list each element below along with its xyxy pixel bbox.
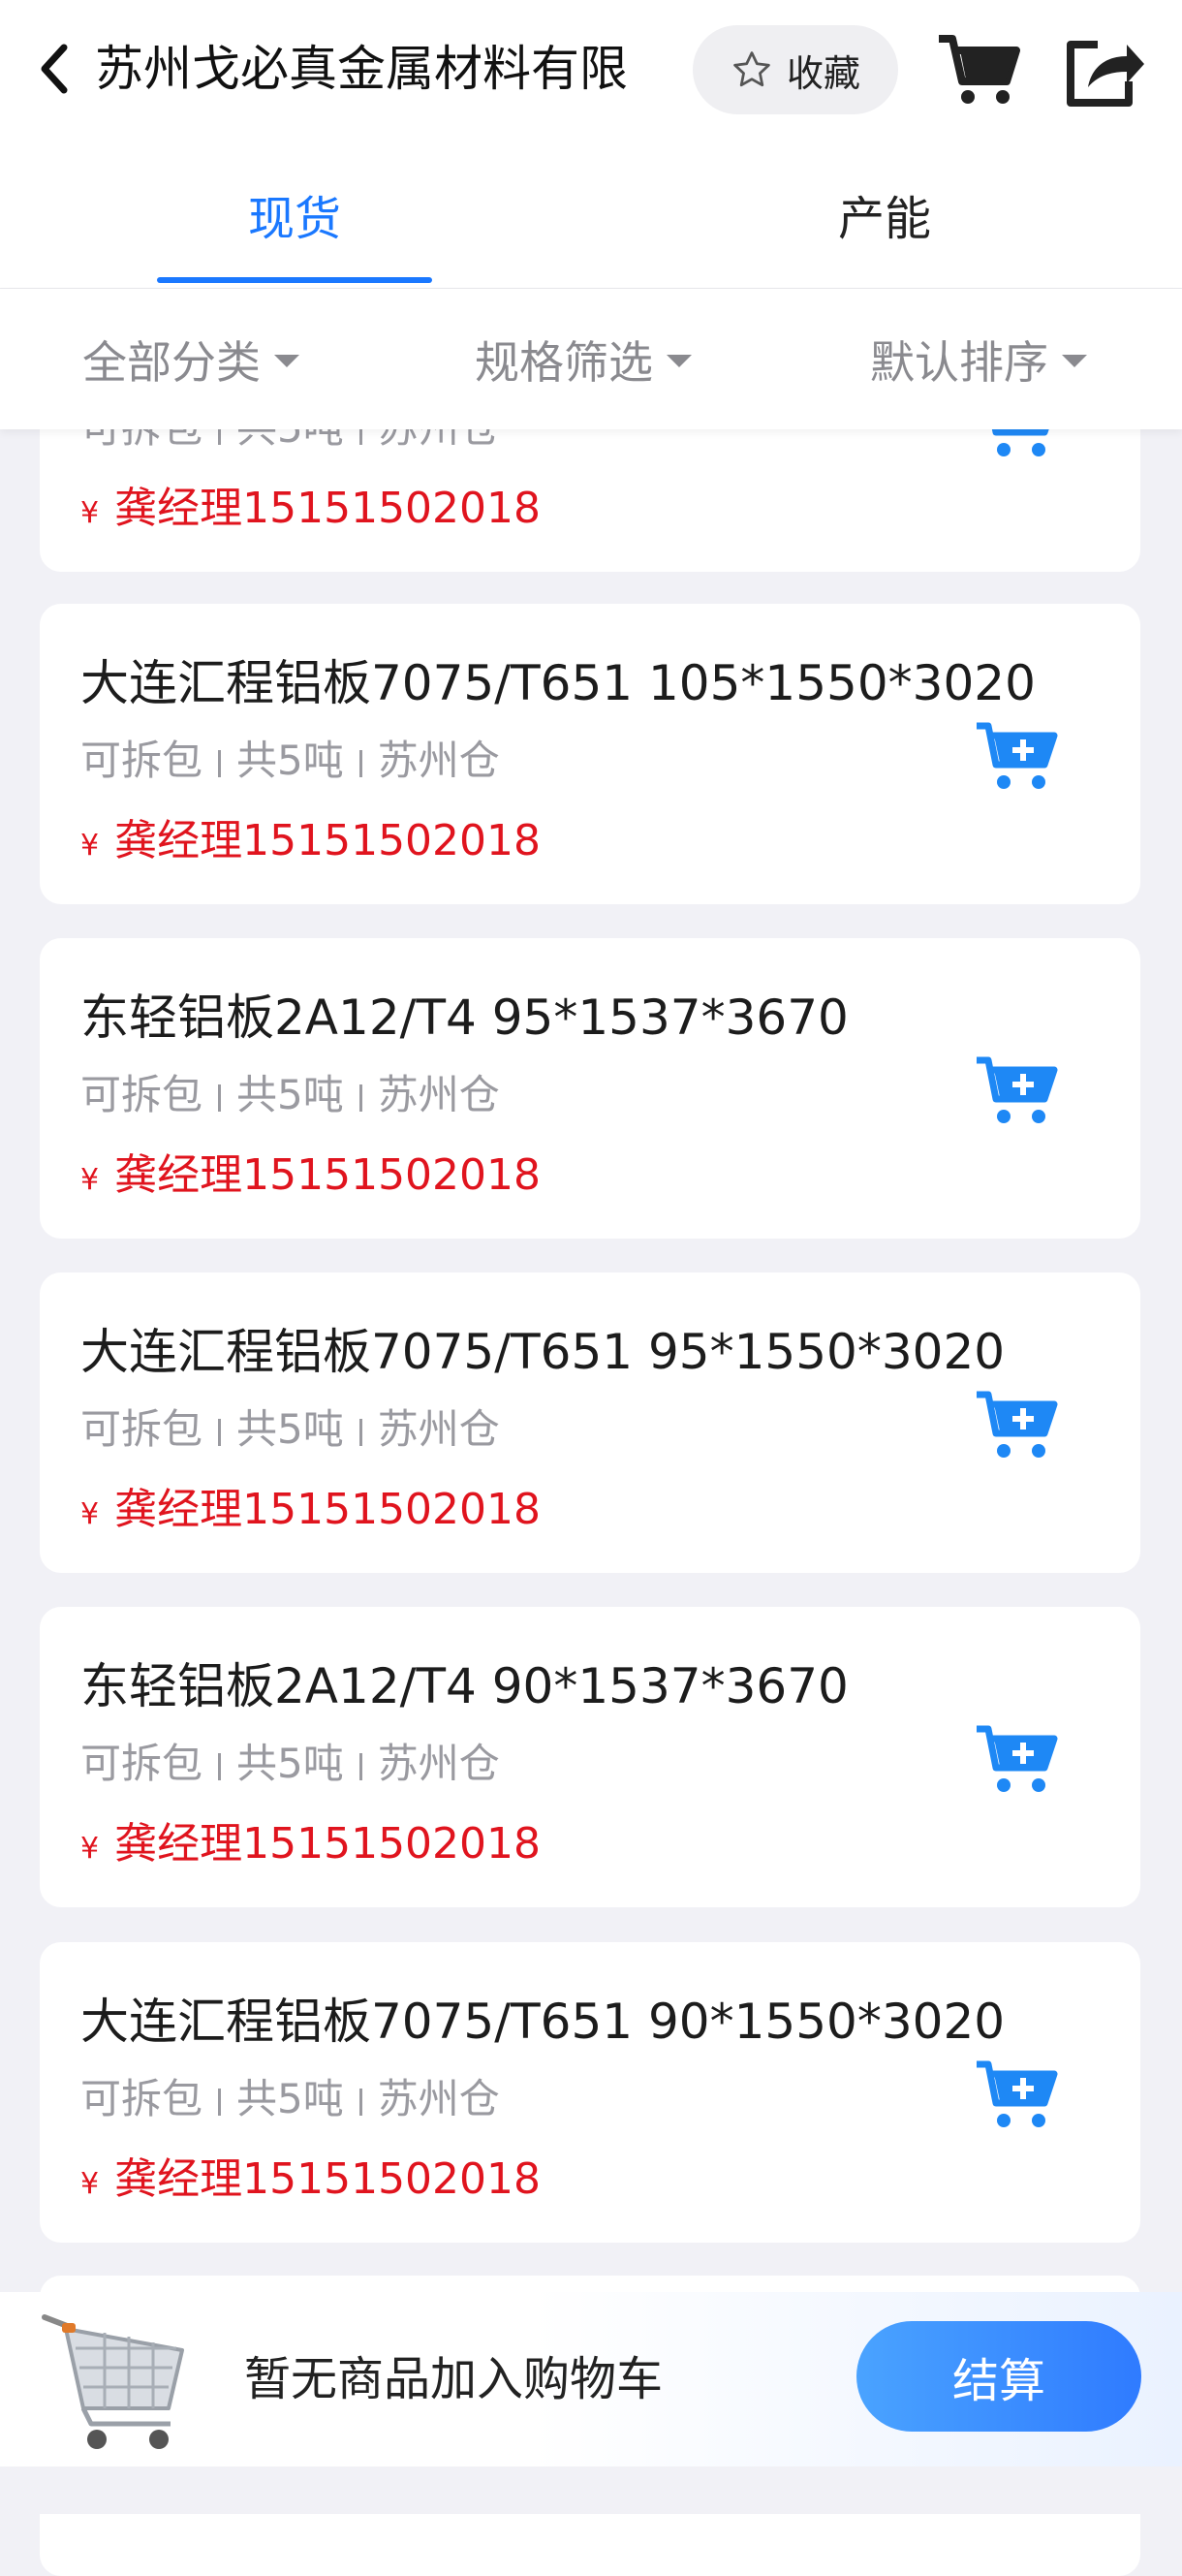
product-meta: 可拆包共5吨苏州仓: [80, 737, 500, 784]
product-contact: ¥ 龚经理15151502018: [80, 2154, 542, 2204]
product-meta: 可拆包共5吨苏州仓: [80, 1071, 500, 1118]
shopping-cart-icon: [939, 35, 1020, 104]
caret-down-icon: [1062, 355, 1087, 367]
filter-category[interactable]: 全部分类: [82, 289, 299, 429]
bottom-spacer: [0, 2466, 1182, 2514]
product-name: 大连汇程铝板7075/T651 90*1550*3020: [80, 1994, 1006, 2050]
chevron-left-icon: [41, 44, 68, 94]
product-contact: ¥ 龚经理15151502018: [80, 816, 542, 865]
favorite-label: 收藏: [786, 51, 860, 95]
filter-spec[interactable]: 规格筛选: [475, 289, 692, 429]
filter-category-label: 全部分类: [82, 335, 261, 389]
cart-empty-text: 暂无商品加入购物车: [244, 2352, 664, 2406]
tab-active-indicator: [157, 277, 432, 283]
filter-spec-label: 规格筛选: [475, 335, 653, 389]
caret-down-icon: [274, 355, 299, 367]
add-to-cart-icon[interactable]: [975, 2058, 1060, 2132]
product-meta: 可拆包共5吨苏州仓: [80, 1405, 500, 1453]
share-icon: [1067, 41, 1144, 107]
add-to-cart-icon[interactable]: [975, 720, 1060, 794]
tab-spot[interactable]: 现货: [101, 141, 488, 288]
product-card[interactable]: 大连汇程铝板7075/T651 90*1550*3020 可拆包 共5吨 苏州仓 ¥…: [40, 1942, 1140, 2243]
favorite-button[interactable]: 收藏: [693, 25, 898, 114]
product-card[interactable]: 大连汇程铝板7075/T651 95*1550*3020 可拆包 共5吨 苏州仓 ¥…: [40, 1272, 1140, 1573]
star-icon: [733, 51, 770, 87]
add-to-cart-icon[interactable]: [975, 1723, 1060, 1797]
back-button[interactable]: [31, 35, 78, 103]
product-contact: ¥ 龚经理15151502018: [80, 484, 542, 533]
product-contact: ¥ 龚经理15151502018: [80, 1485, 542, 1534]
share-button[interactable]: [1059, 29, 1146, 110]
add-to-cart-icon[interactable]: [975, 1389, 1060, 1462]
product-card[interactable]: 东轻铝板2A12/T4 90*1537*3670 可拆包 共5吨 苏州仓 ¥ 龚经理1…: [40, 1607, 1140, 1907]
checkout-button[interactable]: 结算: [856, 2321, 1141, 2432]
filter-sort[interactable]: 默认排序: [870, 289, 1087, 429]
add-to-cart-icon[interactable]: [975, 1054, 1060, 1128]
product-contact: ¥ 龚经理15151502018: [80, 1150, 542, 1200]
tab-capacity[interactable]: 产能: [691, 141, 1078, 288]
product-name: 大连汇程铝板7075/T651 105*1550*3020: [80, 655, 1036, 711]
top-bar: 苏州戈必真金属材料有限 收藏: [0, 0, 1182, 141]
product-name: 大连汇程铝板7075/T651 95*1550*3020: [80, 1324, 1006, 1380]
cart-button[interactable]: [935, 29, 1022, 110]
product-card[interactable]: 大连汇程铝板7075/T651 105*1550*3020 可拆包 共5吨 苏州仓 …: [40, 604, 1140, 904]
filter-sort-label: 默认排序: [870, 335, 1048, 389]
product-contact: ¥ 龚经理15151502018: [80, 1819, 542, 1869]
filter-bar: 全部分类 规格筛选 默认排序: [0, 289, 1182, 429]
caret-down-icon: [667, 355, 692, 367]
product-name: 东轻铝板2A12/T4 90*1537*3670: [80, 1658, 849, 1714]
cart-bar: 暂无商品加入购物车 结算: [0, 2292, 1182, 2466]
shopping-cart-image: [42, 2314, 184, 2449]
tab-bar: 现货 产能: [0, 141, 1182, 289]
product-meta: 可拆包共5吨苏州仓: [80, 1740, 500, 1787]
product-name: 东轻铝板2A12/T4 95*1537*3670: [80, 990, 849, 1046]
product-card[interactable]: 东轻铝板2A12/T4 95*1537*3670 可拆包 共5吨 苏州仓 ¥ 龚经理1…: [40, 938, 1140, 1239]
product-meta: 可拆包共5吨苏州仓: [80, 2075, 500, 2122]
store-title: 苏州戈必真金属材料有限: [95, 41, 628, 97]
